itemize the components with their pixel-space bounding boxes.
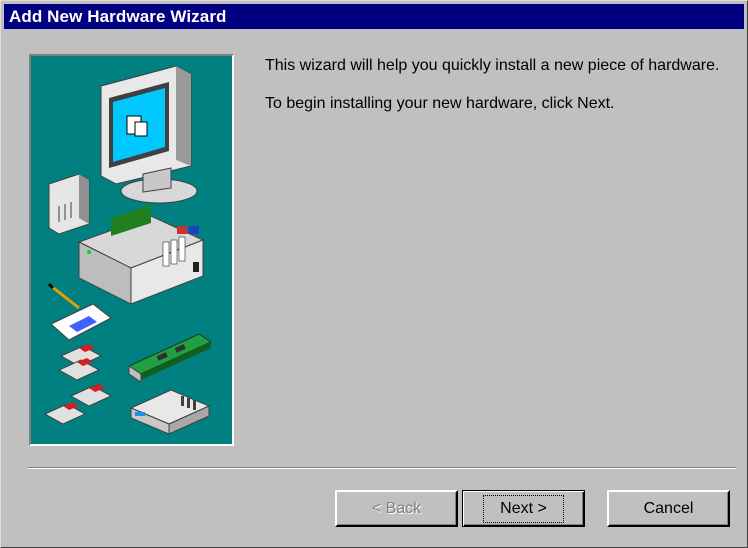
back-button-label: < Back bbox=[371, 499, 422, 517]
monitor-icon bbox=[100, 65, 198, 204]
wizard-illustration bbox=[29, 54, 234, 446]
modem-icon bbox=[48, 173, 90, 235]
instruction-paragraph: To begin installing your new hardware, c… bbox=[265, 95, 615, 112]
next-button-label: Next > bbox=[483, 494, 564, 523]
back-button[interactable]: < Back bbox=[335, 490, 458, 527]
wizard-text: This wizard will help you quickly instal… bbox=[265, 56, 725, 132]
title-bar[interactable]: Add New Hardware Wizard bbox=[4, 4, 744, 29]
hardware-collage-icon bbox=[43, 65, 213, 435]
floppy-disk-icon bbox=[43, 344, 113, 425]
cancel-button[interactable]: Cancel bbox=[607, 490, 730, 527]
window-title: Add New Hardware Wizard bbox=[9, 7, 227, 26]
network-hub-icon bbox=[129, 389, 211, 435]
next-button[interactable]: Next > bbox=[462, 490, 585, 527]
wizard-window: Add New Hardware Wizard This wizard will… bbox=[0, 0, 748, 548]
intro-paragraph: This wizard will help you quickly instal… bbox=[265, 57, 720, 74]
manual-icon bbox=[47, 282, 112, 341]
button-divider bbox=[28, 467, 736, 469]
cancel-button-label: Cancel bbox=[643, 499, 694, 517]
computer-case-icon bbox=[77, 205, 205, 305]
expansion-card-icon bbox=[127, 333, 213, 383]
